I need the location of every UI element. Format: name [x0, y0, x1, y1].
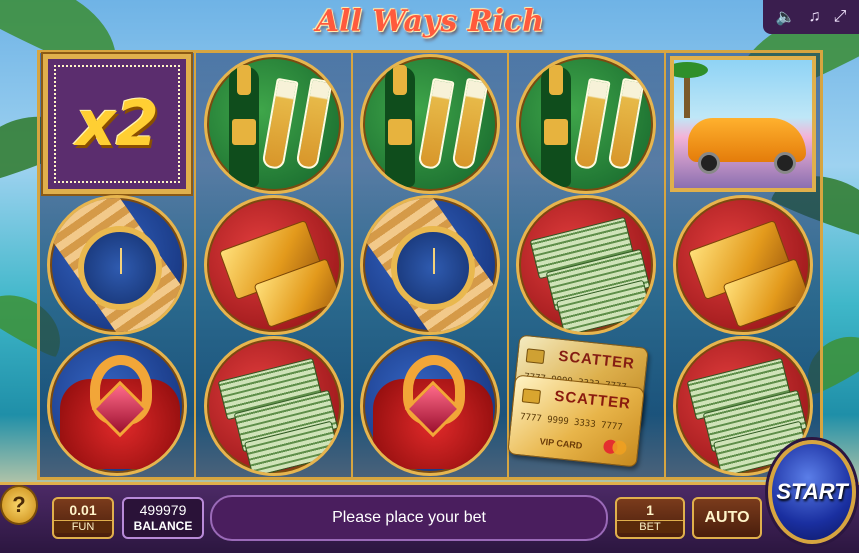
reel-3: [352, 53, 510, 477]
reel-4: SCATTER 7777 9999 3333 7777 SCATTER 7777…: [507, 53, 666, 477]
watch-face: [78, 225, 163, 310]
gold-bars-symbol: [672, 194, 813, 335]
gold-bars-symbol: [203, 194, 344, 335]
start-button[interactable]: START: [768, 440, 856, 544]
bet-button[interactable]: 1 BET: [615, 497, 685, 539]
champagne-symbol: [360, 53, 501, 194]
champagne-glass: [573, 77, 612, 170]
car-wheel: [773, 151, 796, 174]
balance-display: 499979 BALANCE: [122, 497, 204, 539]
sports-car-symbol: [669, 55, 816, 192]
car-wheel: [697, 151, 720, 174]
reel-2: [196, 53, 353, 477]
coin-value: 0.01: [69, 502, 97, 518]
palm-tree-icon: [673, 61, 708, 118]
multiplier-symbol: x2: [43, 53, 192, 194]
coin-label: FUN: [54, 520, 112, 533]
reel-cell: [353, 53, 507, 194]
card-number: 7777 9999 3333 7777: [519, 412, 624, 434]
bet-label: BET: [617, 520, 683, 533]
watch-symbol: [47, 194, 188, 335]
reel-cell: [353, 194, 507, 335]
auto-button[interactable]: AUTO: [692, 497, 762, 539]
watch-face: [391, 225, 476, 310]
balance-label: BALANCE: [133, 519, 193, 533]
music-icon[interactable]: ♫: [809, 8, 821, 26]
card-chip-icon: [526, 348, 546, 365]
top-controls: 🔈 ♫ ⤢: [763, 0, 859, 34]
champagne-symbol: [516, 53, 657, 194]
watch-symbol: [360, 194, 501, 335]
card-chip-icon: [522, 388, 542, 405]
help-button[interactable]: ?: [0, 485, 38, 525]
reel-cell: [666, 194, 820, 335]
reel-cell: [40, 336, 194, 477]
status-message: Please place your bet: [210, 495, 608, 541]
cash-symbol: [516, 194, 657, 335]
reels-grid: x2 SCATTER SCATTER 7777 9999 3333 7777 V…: [37, 50, 823, 480]
reel-5: [665, 53, 821, 477]
champagne-symbol: [203, 53, 344, 194]
reel-cell: [509, 194, 663, 335]
card-type-label: VIP CARD: [539, 436, 584, 452]
game-title: All Ways Rich: [315, 4, 545, 39]
fullscreen-icon[interactable]: ⤢: [834, 8, 847, 26]
speaker-icon[interactable]: 🔈: [776, 7, 796, 27]
scatter-symbol: SCATTER 7777 9999 3333 7777 SCATTER 7777…: [507, 334, 661, 471]
balance-value: 499979: [139, 502, 187, 518]
scatter-card-front: SCATTER 7777 9999 3333 7777 VIP CARD: [507, 374, 646, 468]
bet-value: 1: [646, 502, 654, 518]
reel-cell: [509, 53, 663, 194]
reel-cell: [666, 53, 820, 194]
card-network-logo-icon: [603, 439, 628, 455]
ring-symbol: [47, 336, 188, 477]
reel-cell: [196, 336, 350, 477]
champagne-glass: [451, 77, 489, 170]
cash-symbol: [203, 336, 344, 477]
reel-cell: SCATTER 7777 9999 3333 7777 SCATTER 7777…: [507, 334, 663, 477]
control-panel: ? 0.01 FUN 499979 BALANCE Please place y…: [0, 482, 859, 553]
reel-1: x2: [40, 53, 197, 477]
reel-cell: x2: [40, 53, 194, 194]
reel-cell: [196, 53, 350, 194]
scatter-label: SCATTER: [554, 387, 633, 413]
champagne-glass: [294, 77, 333, 170]
champagne-glass: [417, 77, 455, 170]
coin-value-button[interactable]: 0.01 FUN: [52, 497, 114, 539]
ring-symbol: [360, 336, 501, 477]
champagne-glass: [260, 77, 299, 170]
reel-cell: [196, 194, 350, 335]
reel-cell: [40, 194, 194, 335]
multiplier-label: x2: [75, 87, 159, 161]
reel-cell: [353, 336, 507, 477]
champagne-bottle: [385, 64, 416, 187]
scatter-label: SCATTER: [558, 347, 637, 373]
champagne-bottle: [541, 64, 572, 187]
champagne-bottle: [228, 64, 259, 187]
champagne-glass: [607, 77, 646, 170]
